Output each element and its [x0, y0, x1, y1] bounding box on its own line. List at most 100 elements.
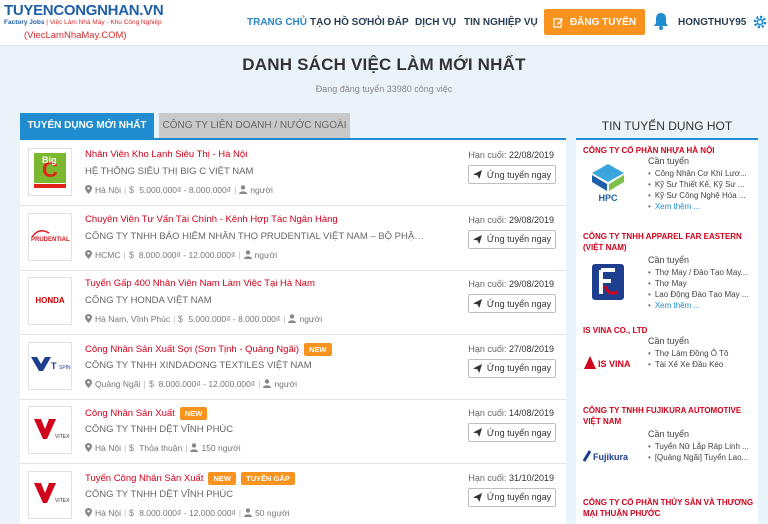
job-row[interactable]: TSPINE Công Nhân Sản Xuất Sợi (Sơn Tịnh … — [20, 336, 566, 400]
hot-job-link[interactable]: Thợ Làm Đồng Ô Tô — [648, 348, 754, 359]
hot-company-name[interactable]: CÔNG TY TNHH FUJIKURA AUTOMOTIVE VIỆT NA… — [583, 405, 755, 427]
hot-job-link[interactable]: Tuyển Nữ Lắp Ráp Linh ... — [648, 441, 754, 452]
paper-plane-icon — [472, 299, 482, 308]
job-title[interactable]: Tuyển Công Nhân Sản Xuất NEW TUYỂN GẤP — [85, 471, 295, 485]
see-more-link[interactable]: Xem thêm ... — [648, 300, 754, 311]
money-icon: $ — [149, 379, 154, 388]
company-logo[interactable]: PRUDENTIAL — [28, 212, 72, 261]
apply-now-button[interactable]: Ứng tuyển ngay — [468, 294, 556, 313]
job-company[interactable]: HỆ THỐNG SIÊU THỊ BIG C VIỆT NAM — [85, 166, 425, 177]
tab-joint-venture-companies[interactable]: CÔNG TY LIÊN DOANH / NƯỚC NGOÀI — [159, 113, 350, 138]
gear-icon[interactable] — [752, 14, 768, 30]
hot-job-item[interactable]: CÔNG TY CỔ PHẦN THỦY SẢN VÀ THƯƠNG MẠI T… — [576, 492, 758, 524]
job-salary: 8.000.000₫ - 12.000.000₫ — [138, 249, 236, 260]
job-title[interactable]: Tuyển Gấp 400 Nhân Viên Nam Làm Việc Tại… — [85, 278, 315, 289]
nav-services[interactable]: DỊCH VỤ — [415, 17, 456, 28]
apply-now-button[interactable]: Ứng tuyển ngay — [468, 423, 556, 442]
hot-job-link[interactable]: Kỹ Sư Thiết Kế, Kỹ Sư ... — [648, 179, 754, 190]
hot-company-logo[interactable]: HPC — [582, 160, 634, 208]
job-row[interactable]: HONDA Tuyển Gấp 400 Nhân Viên Nam Làm Vi… — [20, 271, 566, 335]
username[interactable]: HONGTHUY95 — [678, 17, 746, 28]
job-company[interactable]: CÔNG TY TNHH XINDADONG TEXTILES VIỆT NAM — [85, 360, 425, 371]
job-location: Hà Nội — [95, 185, 121, 195]
site-logo[interactable]: TUYENCONGNHAN.VN Factory Jobs | Việc Làm… — [4, 3, 164, 43]
job-badge: TUYỂN GẤP — [240, 471, 295, 485]
job-company[interactable]: CÔNG TY TNHH DỆT VĨNH PHÚC — [85, 489, 425, 500]
svg-text:Fujikura: Fujikura — [593, 452, 629, 462]
job-meta: HCMC | $8.000.000₫ - 12.000.000₫ | người — [85, 249, 277, 260]
job-headcount: người — [299, 314, 323, 324]
hot-job-link[interactable]: [Quảng Ngãi] Tuyển Lao... — [648, 452, 754, 463]
user-icon — [288, 314, 297, 323]
money-icon: $ — [129, 185, 134, 194]
company-logo[interactable]: HONDA — [28, 277, 72, 325]
location-pin-icon — [85, 378, 92, 388]
bell-icon[interactable] — [653, 12, 669, 30]
hot-job-link[interactable]: Thợ May — [648, 278, 754, 289]
hot-need-label: Cần tuyển — [648, 255, 690, 265]
hot-company-logo[interactable]: IS VINA — [582, 340, 634, 388]
hot-company-name[interactable]: CÔNG TY TNHH APPAREL FAR EASTERN (VIỆT N… — [583, 231, 755, 253]
job-company[interactable]: CÔNG TY TNHH DỆT VĨNH PHÚC — [85, 424, 425, 435]
job-row[interactable]: PRUDENTIAL Chuyên Viên Tư Vấn Tài Chính … — [20, 207, 566, 271]
honda-logo: HONDA — [29, 293, 71, 310]
apply-now-button[interactable]: Ứng tuyển ngay — [468, 165, 556, 184]
job-deadline: Hạn cuối: 14/08/2019 — [468, 408, 554, 418]
apply-now-button[interactable]: Ứng tuyển ngay — [468, 487, 556, 507]
nav-create-profile[interactable]: TẠO HỒ SƠ — [310, 17, 367, 28]
hot-job-item[interactable]: CÔNG TY CỔ PHẦN NHỰA HÀ NỘI HPC Cần tuyể… — [576, 140, 758, 226]
hot-job-link[interactable]: Tài Xế Xe Đầu Kéo — [648, 359, 754, 370]
job-location: HCMC — [95, 249, 121, 260]
job-title[interactable]: Công Nhân Sản Xuất NEW — [85, 407, 208, 420]
nav-faq[interactable]: HỎI ĐÁP — [367, 17, 409, 28]
job-title[interactable]: Công Nhân Sản Xuất Sợi (Sơn Tịnh - Quảng… — [85, 342, 332, 356]
job-row[interactable]: VITEX Công Nhân Sản Xuất NEW CÔNG TY TNHH… — [20, 400, 566, 464]
hot-job-link[interactable]: Công Nhân Cơ Khí Lươ... — [648, 168, 754, 179]
hot-job-item[interactable]: CÔNG TY TNHH APPAREL FAR EASTERN (VIỆT N… — [576, 226, 758, 320]
job-deadline: Hạn cuối: 29/08/2019 — [468, 214, 554, 225]
svg-text:$: $ — [129, 443, 134, 452]
apply-now-button[interactable]: Ứng tuyển ngay — [468, 229, 556, 249]
hot-company-name[interactable]: IS VINA CO., LTD — [583, 325, 755, 336]
hot-company-logo[interactable]: Fujikura — [582, 433, 634, 481]
job-salary: 5.000.000₫ - 8.000.000₫ — [188, 314, 281, 324]
job-location: Hà Nội — [95, 443, 121, 453]
company-logo[interactable]: TSPINE — [28, 341, 72, 390]
hot-company-name[interactable]: CÔNG TY CỔ PHẦN THỦY SẢN VÀ THƯƠNG MẠI T… — [583, 497, 755, 519]
hot-job-item[interactable]: CÔNG TY TNHH FUJIKURA AUTOMOTIVE VIỆT NA… — [576, 400, 758, 492]
see-more-link[interactable]: Xem thêm ... — [648, 201, 754, 212]
hot-job-item[interactable]: IS VINA CO., LTD IS VINA Cần tuyển Thợ L… — [576, 320, 758, 400]
svg-text:VITEX: VITEX — [55, 498, 69, 504]
nav-home[interactable]: TRANG CHỦ — [247, 17, 307, 28]
hot-job-link[interactable]: Lao Động Đào Tạo May ... — [648, 289, 754, 300]
company-logo[interactable]: VITEX — [28, 470, 72, 519]
location-pin-icon — [85, 507, 92, 517]
hot-job-link[interactable]: Thợ May / Đảo Tạo May... — [648, 267, 754, 278]
job-meta: Hà Nội | $8.000.000₫ - 12.000.000₫ | 50 ng… — [85, 507, 290, 518]
apply-now-button[interactable]: Ứng tuyển ngay — [468, 358, 556, 378]
svg-text:PRUDENTIAL: PRUDENTIAL — [31, 237, 70, 243]
job-row[interactable]: C Big Nhân Viên Kho Lạnh Siêu Thị - Hà Nộ… — [20, 142, 566, 206]
logo-url: (ViecLamNhaMay.COM) — [24, 30, 127, 41]
job-company[interactable]: CÔNG TY HONDA VIỆT NAM — [85, 295, 425, 306]
company-logo[interactable]: VITEX — [28, 406, 72, 454]
svg-text:$: $ — [129, 508, 134, 517]
page-title: DANH SÁCH VIỆC LÀM MỚI NHẤT — [242, 55, 526, 74]
hot-company-logo[interactable] — [582, 259, 634, 307]
hot-job-link[interactable]: Kỹ Sư Công Nghệ Hóa ... — [648, 190, 754, 201]
post-job-button[interactable]: ĐĂNG TUYỂN — [544, 9, 645, 35]
job-location: Hà Nam, Vĩnh Phúc — [95, 314, 171, 324]
fujikura-logo: Fujikura — [582, 448, 634, 467]
job-title[interactable]: Nhân Viên Kho Lạnh Siêu Thị - Hà Nội — [85, 149, 247, 160]
company-logo[interactable]: C Big — [28, 148, 72, 196]
nav-professional-news[interactable]: TIN NGHIỆP VỤ — [464, 17, 538, 28]
svg-text:$: $ — [149, 379, 154, 388]
job-title[interactable]: Chuyên Viên Tư Vấn Tài Chính - Kênh Hợp … — [85, 214, 338, 225]
svg-text:VITEX: VITEX — [55, 434, 69, 440]
job-company[interactable]: CÔNG TY TNHH BẢO HIỂM NHÂN THỌ PRUDENTIA… — [85, 231, 425, 242]
job-row[interactable]: VITEX Tuyển Công Nhân Sản Xuất NEW TUYỂN G… — [20, 465, 566, 524]
tab-latest-jobs[interactable]: TUYỂN DỤNG MỚI NHẤT — [20, 113, 154, 138]
hot-company-name[interactable]: CÔNG TY CỔ PHẦN NHỰA HÀ NỘI — [583, 145, 755, 156]
job-badge: NEW — [179, 407, 208, 420]
paper-plane-icon — [472, 428, 482, 437]
